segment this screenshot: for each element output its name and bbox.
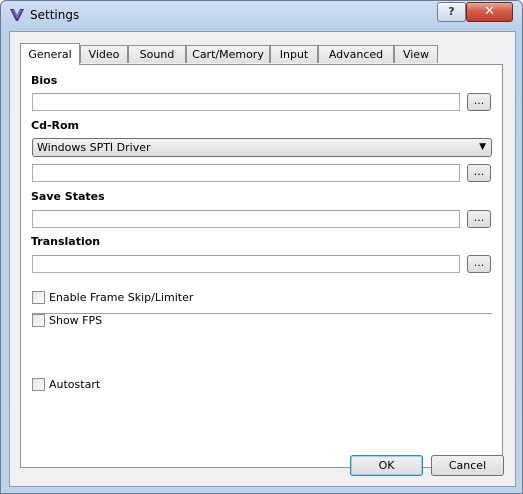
ok-button[interactable]: OK bbox=[350, 455, 423, 476]
autostart-label[interactable]: Autostart bbox=[49, 378, 100, 391]
translation-path-input[interactable] bbox=[32, 255, 460, 273]
dialog-body: General Video Sound Cart/Memory Input Ad… bbox=[9, 31, 516, 487]
title-bar[interactable]: Settings ? ✕ bbox=[1, 1, 522, 31]
window-title: Settings bbox=[30, 8, 80, 22]
save-states-browse-button[interactable]: ... bbox=[467, 210, 491, 228]
cdrom-driver-select[interactable]: Windows SPTI Driver ▼ bbox=[32, 138, 492, 157]
tab-video[interactable]: Video bbox=[80, 45, 128, 63]
cdrom-browse-button[interactable]: ... bbox=[467, 164, 491, 182]
help-button[interactable]: ? bbox=[437, 2, 466, 22]
tab-input[interactable]: Input bbox=[270, 45, 318, 63]
autostart-checkbox[interactable] bbox=[32, 378, 45, 391]
tab-general[interactable]: General bbox=[20, 43, 80, 65]
tab-view[interactable]: View bbox=[394, 45, 438, 63]
tab-advanced[interactable]: Advanced bbox=[318, 45, 394, 63]
general-panel: Bios ... Cd-Rom Windows SPTI Driver ▼ ..… bbox=[20, 64, 503, 468]
tab-sound[interactable]: Sound bbox=[128, 45, 186, 63]
cdrom-path-input[interactable] bbox=[32, 164, 460, 182]
show-fps-label[interactable]: Show FPS bbox=[49, 314, 102, 327]
cancel-button[interactable]: Cancel bbox=[431, 455, 504, 476]
cdrom-driver-value: Windows SPTI Driver bbox=[37, 141, 151, 154]
frame-skip-checkbox[interactable] bbox=[32, 291, 45, 304]
app-logo-icon bbox=[9, 7, 25, 23]
settings-window: Settings ? ✕ General Video Sound Cart/Me… bbox=[0, 0, 523, 494]
translation-browse-button[interactable]: ... bbox=[467, 255, 491, 273]
chevron-down-icon: ▼ bbox=[479, 142, 486, 152]
save-states-label: Save States bbox=[31, 190, 105, 203]
cdrom-label: Cd-Rom bbox=[31, 119, 80, 132]
show-fps-checkbox[interactable] bbox=[32, 314, 45, 327]
bios-label: Bios bbox=[31, 74, 58, 87]
frame-skip-label[interactable]: Enable Frame Skip/Limiter bbox=[49, 291, 193, 304]
tab-cart-memory[interactable]: Cart/Memory bbox=[186, 45, 270, 63]
bios-browse-button[interactable]: ... bbox=[467, 93, 491, 111]
translation-label: Translation bbox=[31, 235, 101, 248]
close-button[interactable]: ✕ bbox=[466, 2, 513, 22]
bios-path-input[interactable] bbox=[32, 93, 460, 111]
save-states-path-input[interactable] bbox=[32, 210, 460, 228]
